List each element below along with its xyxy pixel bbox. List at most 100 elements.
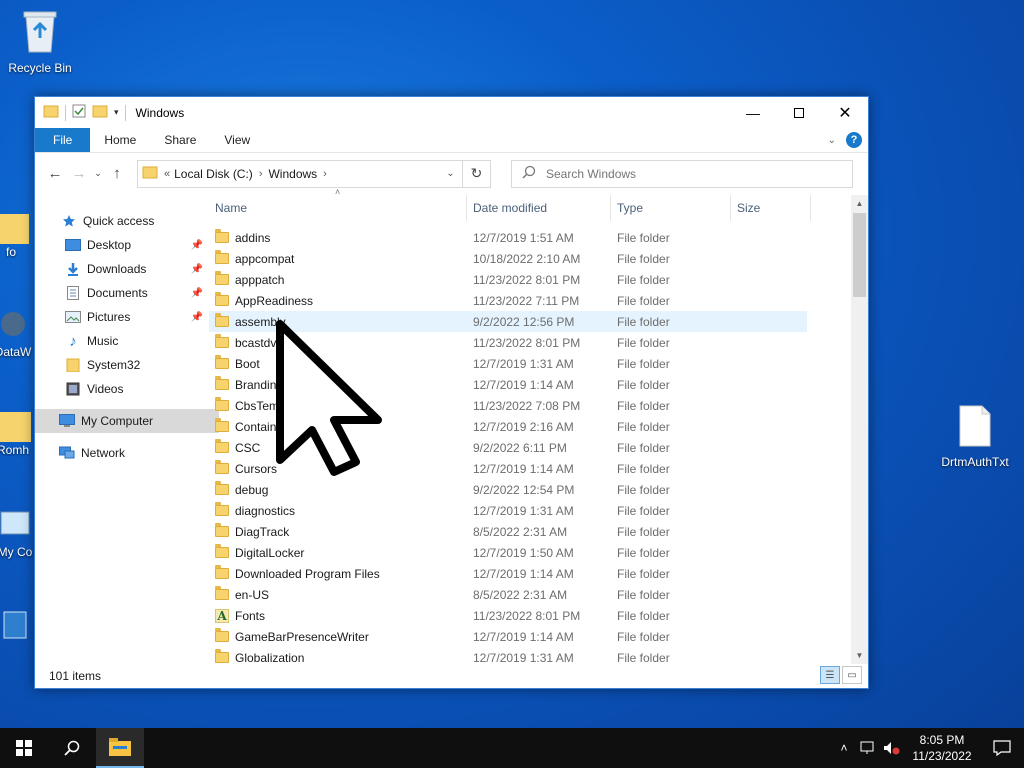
new-folder-icon[interactable] xyxy=(92,104,108,121)
taskbar-file-explorer[interactable] xyxy=(96,728,144,768)
maximize-button[interactable] xyxy=(776,97,822,128)
nav-item-music[interactable]: ♪ Music xyxy=(35,329,205,353)
cell-date: 12/7/2019 1:14 AM xyxy=(473,566,574,581)
desktop-icon-folder[interactable]: fo xyxy=(0,208,36,259)
nav-item-label: Documents xyxy=(87,286,148,300)
nav-item-system32[interactable]: System32 xyxy=(35,353,205,377)
scroll-down-icon[interactable]: ▼ xyxy=(851,647,868,664)
customize-qat-icon[interactable]: ▾ xyxy=(114,107,119,118)
table-row[interactable]: debug 9/2/2022 12:54 PM File folder xyxy=(209,479,868,500)
close-button[interactable]: ✕ xyxy=(822,97,868,128)
file-name: AppReadiness xyxy=(235,293,314,308)
nav-item-pictures[interactable]: Pictures 📌 xyxy=(35,305,205,329)
nav-item-network[interactable]: Network xyxy=(35,441,205,465)
pin-icon: 📌 xyxy=(190,239,203,251)
view-buttons: ☰ ▭ xyxy=(820,666,862,684)
folder-icon xyxy=(215,544,229,558)
scrollbar-thumb[interactable] xyxy=(853,213,866,297)
nav-item-quick-access[interactable]: Quick access xyxy=(35,209,205,233)
column-header-type[interactable]: Type xyxy=(611,195,731,221)
file-name: Fonts xyxy=(235,608,266,623)
search-icon xyxy=(522,165,536,182)
window-title: Windows xyxy=(135,105,185,120)
minimize-icon: — xyxy=(746,104,760,121)
scroll-up-icon[interactable]: ▲ xyxy=(851,195,868,212)
cell-date: 12/7/2019 1:14 AM xyxy=(473,377,574,392)
search-box[interactable] xyxy=(511,159,853,188)
cell-type: File folder xyxy=(617,356,670,371)
column-header-name[interactable]: Name xyxy=(209,195,467,221)
folder-icon xyxy=(142,165,158,182)
table-row[interactable]: AppReadiness 11/23/2022 7:11 PM File folde… xyxy=(209,290,868,311)
nav-item-desktop[interactable]: Desktop 📌 xyxy=(35,233,205,257)
clock-date: 11/23/2022 xyxy=(912,749,972,763)
details-view-icon: ☰ xyxy=(825,669,835,681)
clock[interactable]: 8:05 PM 11/23/2022 xyxy=(904,732,980,764)
details-view-button[interactable]: ☰ xyxy=(820,666,840,684)
nav-item-downloads[interactable]: Downloads 📌 xyxy=(35,257,205,281)
address-dropdown-button[interactable]: ⌄ xyxy=(438,160,462,187)
cell-type: File folder xyxy=(617,293,670,308)
table-row[interactable]: DigitalLocker 12/7/2019 1:50 AM File folde… xyxy=(209,542,868,563)
cell-type: File folder xyxy=(617,314,670,329)
desktop-icon-drtmauthtxt[interactable]: DrtmAuthTxt xyxy=(935,404,1015,469)
table-row[interactable]: diagnostics 12/7/2019 1:31 AM File folder xyxy=(209,500,868,521)
search-button[interactable] xyxy=(48,728,96,768)
text-file-icon xyxy=(935,404,1015,451)
table-row[interactable]: apppatch 11/23/2022 8:01 PM File folder xyxy=(209,269,868,290)
nav-item-documents[interactable]: Documents 📌 xyxy=(35,281,205,305)
nav-item-label: System32 xyxy=(87,358,141,372)
pin-icon: 📌 xyxy=(190,263,203,275)
start-button[interactable] xyxy=(0,728,48,768)
properties-icon[interactable] xyxy=(72,104,86,121)
tab-home[interactable]: Home xyxy=(90,128,150,152)
desktop-icon-recycle-bin[interactable]: Recycle Bin xyxy=(0,8,80,75)
volume-muted-icon[interactable] xyxy=(880,728,904,768)
nav-item-videos[interactable]: Videos xyxy=(35,377,205,401)
breadcrumb-local-disk[interactable]: Local Disk (C:) xyxy=(174,167,253,181)
nav-item-my-computer[interactable]: My Computer xyxy=(35,409,219,433)
tab-file[interactable]: File xyxy=(35,128,91,152)
chevron-right-icon[interactable]: › xyxy=(259,168,263,180)
recent-locations-button[interactable]: ⌄ xyxy=(91,162,105,186)
action-center-button[interactable] xyxy=(980,728,1024,768)
chevron-right-icon[interactable]: › xyxy=(323,168,327,180)
back-arrow-icon: ← xyxy=(47,165,63,182)
up-button[interactable]: ↑ xyxy=(105,162,129,186)
breadcrumb-windows[interactable]: Windows xyxy=(268,167,317,181)
cell-name: GameBarPresenceWriter xyxy=(209,628,467,644)
tab-share[interactable]: Share xyxy=(150,128,210,152)
expand-ribbon-icon[interactable]: ⌄ xyxy=(828,135,836,146)
column-header-date[interactable]: Date modified xyxy=(467,195,611,221)
back-button[interactable]: ← xyxy=(43,162,67,186)
help-icon[interactable]: ? xyxy=(846,132,862,148)
cell-date: 12/7/2019 1:14 AM xyxy=(473,629,574,644)
cell-date: 11/23/2022 7:08 PM xyxy=(473,398,581,413)
table-row[interactable]: DiagTrack 8/5/2022 2:31 AM File folder xyxy=(209,521,868,542)
forward-button[interactable]: → xyxy=(67,162,91,186)
vertical-scrollbar[interactable]: ▲ ▼ xyxy=(851,195,868,664)
table-row[interactable]: en-US 8/5/2022 2:31 AM File folder xyxy=(209,584,868,605)
column-header-size[interactable]: Size xyxy=(731,195,811,221)
table-row[interactable]: A Fonts 11/23/2022 8:01 PM File folder xyxy=(209,605,868,626)
cell-date: 11/23/2022 8:01 PM xyxy=(473,335,581,350)
ribbon-tabs: File Home Share View ⌄ ? xyxy=(35,128,868,152)
large-icons-view-button[interactable]: ▭ xyxy=(842,666,862,684)
table-row[interactable]: addins 12/7/2019 1:51 AM File folder xyxy=(209,227,868,248)
table-row[interactable]: GameBarPresenceWriter 12/7/2019 1:14 AM Fi… xyxy=(209,626,868,647)
table-row[interactable]: Downloaded Program Files 12/7/2019 1:14 A… xyxy=(209,563,868,584)
folder-icon xyxy=(215,355,229,369)
address-bar[interactable]: « Local Disk (C:) › Windows › ⌄ xyxy=(137,159,463,188)
table-row[interactable]: appcompat 10/18/2022 2:10 AM File folder xyxy=(209,248,868,269)
desktop-icon-romh[interactable]: Romh xyxy=(0,406,38,457)
minimize-button[interactable]: — xyxy=(730,97,776,128)
search-input[interactable] xyxy=(546,166,826,181)
file-name: Boot xyxy=(235,356,260,371)
desktop-icon-dataw[interactable]: DataW xyxy=(0,306,38,359)
refresh-button[interactable]: ↻ xyxy=(463,159,491,188)
show-hidden-icons-icon[interactable]: ˄ xyxy=(832,728,856,768)
address-overflow[interactable]: « xyxy=(164,168,170,180)
network-icon[interactable] xyxy=(856,728,880,768)
app-icon xyxy=(0,306,38,345)
tab-view[interactable]: View xyxy=(210,128,264,152)
